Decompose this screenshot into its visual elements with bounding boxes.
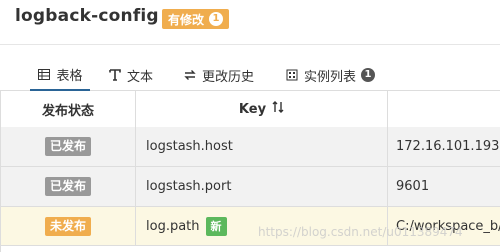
value-cell: 172.16.101.193 [396, 139, 500, 154]
status-badge: 未发布 [44, 216, 91, 236]
modified-count: 1 [209, 12, 224, 26]
key-cell: logstash.host [136, 127, 388, 166]
column-header-key[interactable]: Key [136, 91, 388, 127]
sort-icon[interactable] [272, 101, 284, 117]
column-header-key-label: Key [238, 101, 267, 117]
instance-list-icon [285, 68, 299, 82]
column-header-value [388, 91, 500, 127]
text-icon [108, 68, 122, 82]
tab-history-label: 更改历史 [202, 69, 255, 85]
tab-instance-list-label: 实例列表 [304, 69, 357, 85]
status-badge: 已发布 [44, 177, 91, 196]
history-icon [183, 68, 197, 82]
instance-count-badge: 1 [361, 68, 376, 82]
value-cell: 9601 [396, 179, 430, 194]
view-tabs: 表格 文本 更改历史 实例列表 1 [0, 60, 500, 91]
status-badge: 已发布 [44, 137, 91, 156]
watermark: https://blog.csdn.net/u011389474 [258, 225, 463, 239]
table-row[interactable]: 已发布 logstash.port 9601 [1, 167, 500, 207]
key-cell: logstash.port [136, 167, 388, 206]
page-header: logback-config 有修改 1 [0, 0, 500, 45]
table-icon [37, 68, 51, 82]
tab-text[interactable]: 文本 [108, 60, 153, 90]
modified-label: 有修改 [168, 12, 205, 27]
new-badge: 新 [205, 216, 227, 236]
namespace-title: logback-config [15, 6, 159, 26]
modified-badge: 有修改 1 [162, 9, 230, 29]
tab-text-label: 文本 [127, 69, 154, 85]
tab-table[interactable]: 表格 [30, 60, 90, 91]
table-header: 发布状态 Key [1, 91, 500, 128]
tab-table-label: 表格 [56, 69, 83, 84]
column-header-status: 发布状态 [1, 91, 136, 127]
tab-history[interactable]: 更改历史 [183, 60, 254, 90]
table-row[interactable]: 已发布 logstash.host 172.16.101.193 [1, 127, 500, 167]
tab-instance-list[interactable]: 实例列表 1 [285, 60, 376, 90]
key-text: log.path [146, 218, 200, 234]
